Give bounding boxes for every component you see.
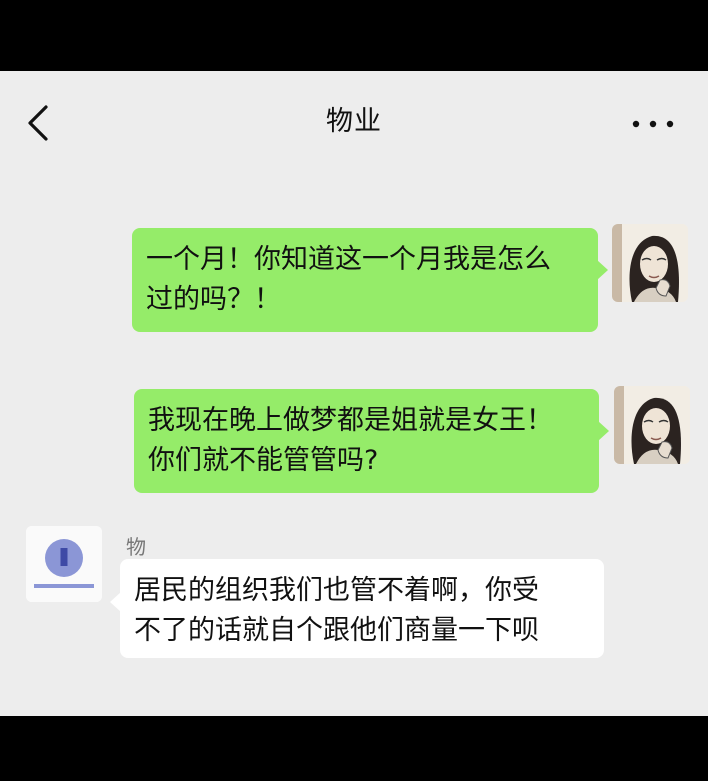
bubble-tail (598, 421, 609, 441)
chat-screen: 物业 一个月！你知道这一个月我是怎么 过的吗？！ 我现在晚上做梦都是姐就是女王！… (0, 71, 708, 716)
woman-portrait-icon (612, 224, 688, 302)
message-text-line: 我现在晚上做梦都是姐就是女王！ (148, 405, 553, 436)
message-text-line: 一个月！你知道这一个月我是怎么 (146, 244, 551, 275)
message-text-line: 你们就不能管管吗? (148, 445, 379, 476)
bubble-tail (597, 260, 608, 280)
avatar[interactable] (26, 526, 102, 602)
message-bubble[interactable]: 一个月！你知道这一个月我是怎么 过的吗？！ (132, 228, 598, 332)
property-logo-icon (26, 526, 102, 602)
more-dots-icon[interactable] (628, 109, 678, 139)
message-text-line: 不了的话就自个跟他们商量一下呗 (134, 615, 539, 646)
message-bubble[interactable]: 我现在晚上做梦都是姐就是女王！ 你们就不能管管吗? (134, 389, 599, 493)
message-text-line: 居民的组织我们也管不着啊，你受 (134, 575, 539, 606)
message-bubble[interactable]: 居民的组织我们也管不着啊，你受 不了的话就自个跟他们商量一下呗 (120, 559, 604, 658)
message-text-line: 过的吗？！ (146, 284, 281, 315)
nav-bar: 物业 (0, 71, 708, 171)
avatar[interactable] (614, 386, 690, 464)
avatar[interactable] (612, 224, 688, 302)
woman-portrait-icon (614, 386, 690, 464)
chat-title: 物业 (326, 106, 382, 137)
